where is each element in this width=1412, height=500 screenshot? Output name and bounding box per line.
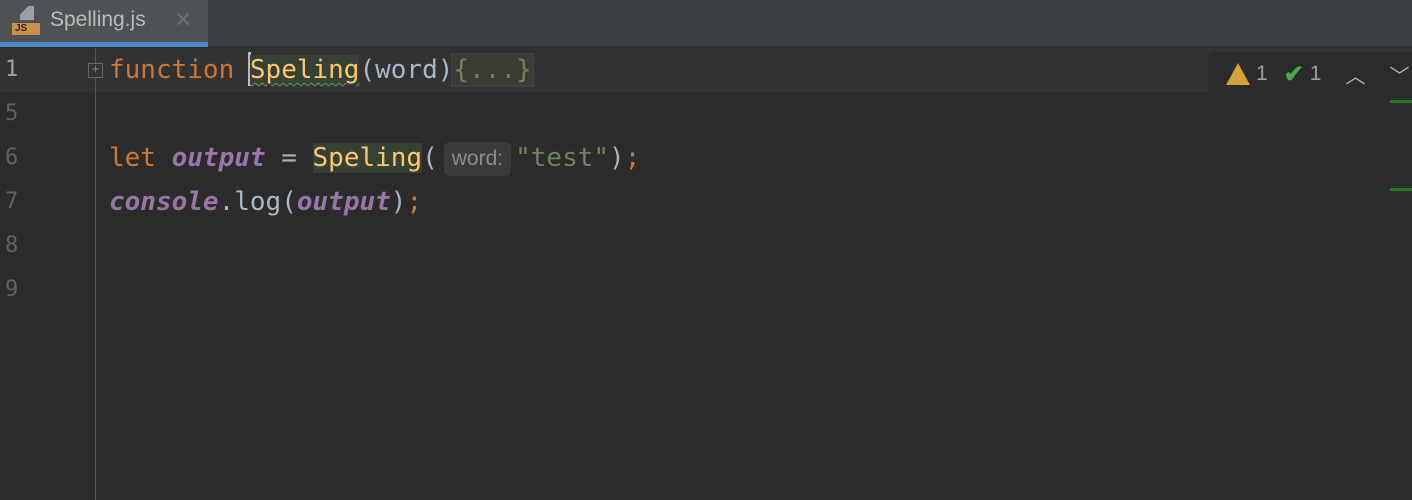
semicolon: ; bbox=[624, 143, 641, 173]
error-stripe-mark[interactable] bbox=[1390, 100, 1412, 103]
chevron-up-icon[interactable]: ︿ bbox=[1345, 60, 1365, 89]
paren: ) bbox=[609, 143, 625, 173]
code-line-1[interactable]: function Speling(word){...} bbox=[109, 48, 534, 92]
function-call: Speling bbox=[312, 143, 423, 173]
typo-count: 1 bbox=[1309, 62, 1322, 85]
variable: output bbox=[296, 187, 391, 217]
params: (word) bbox=[359, 55, 454, 85]
close-icon[interactable]: ✕ bbox=[174, 7, 192, 33]
line-number: 6 bbox=[5, 145, 19, 170]
tab-spelling-js[interactable]: JS Spelling.js ✕ bbox=[0, 0, 208, 47]
js-file-icon: JS bbox=[12, 6, 40, 36]
keyword: function bbox=[109, 55, 250, 85]
string-literal: "test" bbox=[515, 143, 610, 173]
object: console bbox=[109, 187, 219, 217]
line-number: 5 bbox=[5, 101, 19, 126]
parameter-hint: word: bbox=[443, 142, 512, 176]
gutter-divider bbox=[95, 48, 96, 500]
paren: ( bbox=[422, 143, 438, 173]
keyword: let bbox=[109, 143, 172, 173]
folded-block[interactable]: {...} bbox=[451, 53, 534, 87]
warning-icon bbox=[1226, 63, 1250, 85]
line-number: 1 bbox=[5, 57, 19, 82]
line-number: 8 bbox=[5, 233, 19, 258]
function-name-typo[interactable]: Speling bbox=[249, 55, 360, 85]
typo-check-icon: ✔ bbox=[1283, 60, 1304, 88]
chevron-down-icon[interactable]: ﹀ bbox=[1389, 60, 1409, 89]
fold-expand-icon[interactable]: + bbox=[88, 63, 103, 78]
line-number: 7 bbox=[5, 189, 19, 214]
variable: output bbox=[171, 143, 266, 173]
paren: ) bbox=[390, 187, 407, 217]
operator: = bbox=[265, 143, 313, 173]
method: .log( bbox=[218, 187, 297, 217]
tab-title: Spelling.js bbox=[50, 8, 146, 31]
line-number: 9 bbox=[5, 277, 19, 302]
inspections-widget[interactable]: 1 ✔ 1 ︿ ﹀ bbox=[1208, 52, 1412, 96]
tab-bar: JS Spelling.js ✕ bbox=[0, 0, 1412, 47]
warning-count: 1 bbox=[1256, 62, 1268, 85]
error-stripe-mark[interactable] bbox=[1390, 188, 1412, 191]
code-line-6[interactable]: let output = Speling(word: "test"); bbox=[109, 136, 640, 180]
code-line-7[interactable]: console.log(output); bbox=[109, 180, 422, 224]
semicolon: ; bbox=[406, 187, 423, 217]
